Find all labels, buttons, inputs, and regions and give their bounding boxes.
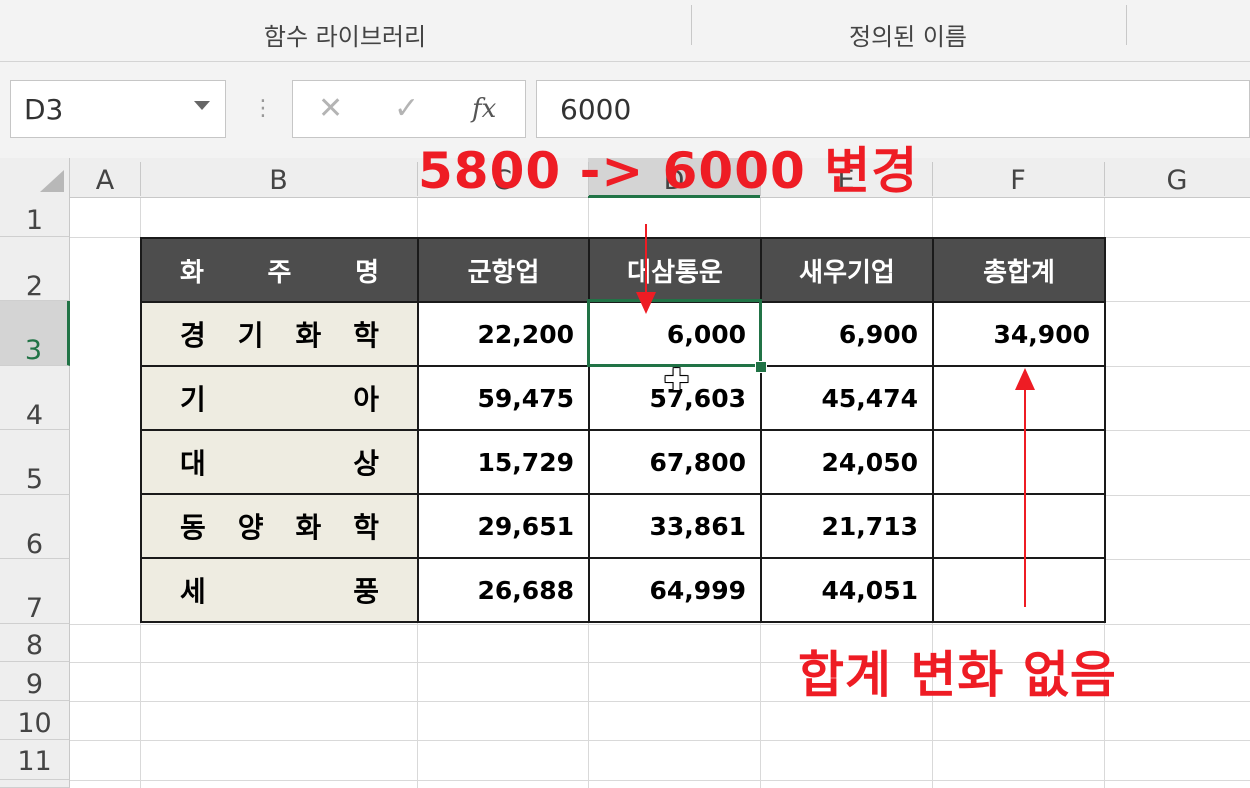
formula-value: 6000 [560, 93, 632, 126]
cell-e3[interactable]: 6,900 [760, 301, 934, 367]
gridline [1104, 301, 1250, 302]
header-shareholder[interactable]: 화 주 명 [140, 237, 419, 303]
row-header-6[interactable]: 6 [0, 495, 70, 560]
name-char: 기 [237, 319, 264, 352]
column-separator [140, 162, 141, 196]
cell-b5[interactable]: 대 상 [140, 429, 419, 495]
active-cell-border [587, 299, 762, 367]
cell-f7[interactable] [932, 557, 1106, 623]
cell-e7[interactable]: 44,051 [760, 557, 934, 623]
cell-f6[interactable] [932, 493, 1106, 559]
cancel-icon[interactable]: ✕ [318, 92, 343, 126]
column-separator [932, 162, 933, 196]
row-header-4[interactable]: 4 [0, 366, 70, 431]
cross-cursor-icon: ✚ [664, 363, 690, 398]
cell-e4[interactable]: 45,474 [760, 365, 934, 431]
name-char: 화 [295, 319, 322, 352]
column-header-g[interactable]: G [1104, 158, 1250, 198]
header-c[interactable]: 군항업 [417, 237, 590, 303]
name-char: 풍 [353, 575, 379, 608]
row-header-1[interactable]: 1 [0, 198, 70, 237]
row-header-10[interactable]: 10 [0, 701, 70, 740]
name-char: 기 [180, 383, 206, 416]
arrow-up-icon [1015, 368, 1035, 390]
cell-e5[interactable]: 24,050 [760, 429, 934, 495]
name-char: 아 [353, 383, 379, 416]
check-icon[interactable]: ✓ [394, 92, 419, 126]
column-header-b[interactable]: B [140, 158, 417, 198]
gridline [1104, 495, 1250, 496]
row-header-11[interactable]: 11 [0, 740, 70, 780]
table-header-row: 화 주 명 군항업 대삼통운 새우기업 총합계 [140, 237, 1106, 303]
name-char: 동 [180, 511, 206, 544]
cell-c6[interactable]: 29,651 [417, 493, 590, 559]
header-char: 화 [180, 257, 204, 288]
cell-c5[interactable]: 15,729 [417, 429, 590, 495]
name-char: 상 [353, 447, 379, 480]
row-header-8[interactable]: 8 [0, 624, 70, 662]
cell-b3[interactable]: 경 기 화 학 [140, 301, 419, 367]
row-header-2[interactable]: 2 [0, 237, 70, 302]
formula-input[interactable] [536, 80, 1250, 138]
gridline [70, 740, 1250, 741]
insert-function-button[interactable]: fx [472, 92, 496, 126]
name-char: 경 [180, 319, 206, 352]
table-row: 동 양 화 학 29,651 33,861 21,713 [140, 493, 1106, 559]
ribbon-group-function-library[interactable]: 함수 라이브러리 [0, 22, 690, 52]
cell-f5[interactable] [932, 429, 1106, 495]
more-options-icon[interactable]: ⋮ [252, 94, 274, 124]
table-row: 기 아 59,475 57,603 45,474 [140, 365, 1106, 431]
column-header-a[interactable]: A [70, 158, 140, 198]
row-header-3[interactable]: 3 [0, 301, 70, 366]
select-all-triangle-icon [40, 170, 64, 192]
cell-d5[interactable]: 67,800 [588, 429, 762, 495]
gridline [1104, 430, 1250, 431]
arrow-down-icon [636, 292, 656, 314]
name-char: 대 [180, 447, 206, 480]
column-separator [1104, 162, 1105, 196]
row-header-9[interactable]: 9 [0, 662, 70, 701]
name-box-value: D3 [24, 93, 64, 126]
header-total[interactable]: 총합계 [932, 237, 1106, 303]
gridline [1104, 366, 1250, 367]
cell-c3[interactable]: 22,200 [417, 301, 590, 367]
name-char: 양 [237, 511, 264, 544]
cell-c7[interactable]: 26,688 [417, 557, 590, 623]
name-char: 세 [180, 575, 206, 608]
name-char: 학 [353, 511, 379, 544]
annotation-no-change: 합계 변화 없음 [798, 646, 1117, 704]
cell-b6[interactable]: 동 양 화 학 [140, 493, 419, 559]
column-header-f[interactable]: F [932, 158, 1104, 198]
table-row: 대 상 15,729 67,800 24,050 [140, 429, 1106, 495]
gridline [70, 624, 1250, 625]
gridline [1104, 559, 1250, 560]
stock-table: 화 주 명 군항업 대삼통운 새우기업 총합계 경 기 화 학 22,200 6… [140, 237, 1106, 623]
row-header-7[interactable]: 7 [0, 559, 70, 624]
row-header-12[interactable] [0, 780, 70, 788]
ribbon-separator [1126, 5, 1127, 45]
header-d[interactable]: 대삼통운 [588, 237, 762, 303]
ribbon-group-defined-names[interactable]: 정의된 이름 [692, 22, 1124, 52]
fill-handle[interactable] [755, 361, 767, 373]
name-char: 학 [353, 319, 379, 352]
cell-b4[interactable]: 기 아 [140, 365, 419, 431]
annotation-change: 5800 -> 6000 변경 [418, 142, 919, 200]
header-char: 명 [355, 257, 379, 288]
cell-f3[interactable]: 34,900 [932, 301, 1106, 367]
chevron-down-icon[interactable] [194, 101, 210, 110]
name-char: 화 [295, 511, 322, 544]
gridline [70, 780, 1250, 781]
table-row: 세 풍 26,688 64,999 44,051 [140, 557, 1106, 623]
header-char: 주 [267, 257, 292, 288]
cell-d6[interactable]: 33,861 [588, 493, 762, 559]
header-e[interactable]: 새우기업 [760, 237, 934, 303]
arrow-up-line [1024, 385, 1026, 607]
cell-b7[interactable]: 세 풍 [140, 557, 419, 623]
cell-e6[interactable]: 21,713 [760, 493, 934, 559]
cell-d7[interactable]: 64,999 [588, 557, 762, 623]
cell-c4[interactable]: 59,475 [417, 365, 590, 431]
row-header-5[interactable]: 5 [0, 430, 70, 495]
